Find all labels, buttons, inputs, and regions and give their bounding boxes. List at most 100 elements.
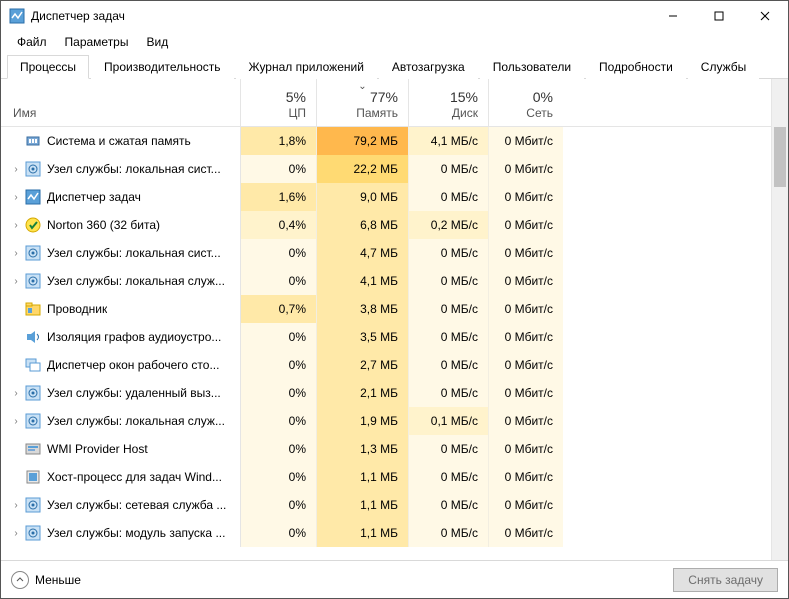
- process-icon: [25, 301, 41, 317]
- table-body: Система и сжатая память1,8%79,2 МБ4,1 МБ…: [1, 127, 771, 547]
- cell-network: 0 Мбит/с: [489, 519, 563, 547]
- process-icon: [25, 161, 41, 177]
- process-table: Имя 5% ЦП ⌄ 77% Память 15% Диск: [1, 79, 771, 560]
- process-icon: [25, 469, 41, 485]
- cell-network: 0 Мбит/с: [489, 295, 563, 323]
- fewer-details-button[interactable]: Меньше: [11, 571, 81, 589]
- table-row[interactable]: ›Узел службы: локальная служ...0%1,9 МБ0…: [1, 407, 771, 435]
- table-row[interactable]: Изоляция графов аудиоустро...0%3,5 МБ0 М…: [1, 323, 771, 351]
- tab-users[interactable]: Пользователи: [480, 55, 584, 79]
- expand-icon[interactable]: ›: [9, 416, 23, 427]
- titlebar[interactable]: Диспетчер задач: [1, 1, 788, 31]
- col-name[interactable]: Имя: [1, 79, 241, 126]
- cell-cpu: 0,4%: [241, 211, 317, 239]
- process-icon: [25, 189, 41, 205]
- table-row[interactable]: Хост-процесс для задач Wind...0%1,1 МБ0 …: [1, 463, 771, 491]
- scroll-thumb[interactable]: [774, 127, 786, 187]
- cell-network: 0 Мбит/с: [489, 183, 563, 211]
- minimize-button[interactable]: [650, 1, 696, 31]
- cell-memory: 2,1 МБ: [317, 379, 409, 407]
- cell-disk: 0 МБ/с: [409, 351, 489, 379]
- cell-name: Хост-процесс для задач Wind...: [1, 463, 241, 491]
- menu-file[interactable]: Файл: [11, 33, 53, 51]
- sort-desc-icon: ⌄: [358, 81, 366, 92]
- cell-network: 0 Мбит/с: [489, 491, 563, 519]
- cell-cpu: 0%: [241, 435, 317, 463]
- cell-name: ›Диспетчер задач: [1, 183, 241, 211]
- col-disk[interactable]: 15% Диск: [409, 79, 489, 126]
- tab-app-history[interactable]: Журнал приложений: [236, 55, 377, 79]
- cell-network: 0 Мбит/с: [489, 351, 563, 379]
- cell-network: 0 Мбит/с: [489, 463, 563, 491]
- table-row[interactable]: ›Диспетчер задач1,6%9,0 МБ0 МБ/с0 Мбит/с: [1, 183, 771, 211]
- cell-memory: 4,1 МБ: [317, 267, 409, 295]
- tab-details[interactable]: Подробности: [586, 55, 686, 79]
- tab-processes[interactable]: Процессы: [7, 55, 89, 79]
- col-cpu[interactable]: 5% ЦП: [241, 79, 317, 126]
- table-row[interactable]: ›Узел службы: модуль запуска ...0%1,1 МБ…: [1, 519, 771, 547]
- cell-disk: 0 МБ/с: [409, 491, 489, 519]
- process-name: Узел службы: локальная служ...: [47, 274, 225, 288]
- cell-memory: 3,8 МБ: [317, 295, 409, 323]
- process-name: Узел службы: локальная сист...: [47, 246, 221, 260]
- cell-network: 0 Мбит/с: [489, 379, 563, 407]
- col-memory[interactable]: ⌄ 77% Память: [317, 79, 409, 126]
- process-icon: [25, 413, 41, 429]
- maximize-button[interactable]: [696, 1, 742, 31]
- cell-memory: 1,1 МБ: [317, 463, 409, 491]
- cell-disk: 0 МБ/с: [409, 155, 489, 183]
- tab-startup[interactable]: Автозагрузка: [379, 55, 478, 79]
- close-button[interactable]: [742, 1, 788, 31]
- table-row[interactable]: Диспетчер окон рабочего сто...0%2,7 МБ0 …: [1, 351, 771, 379]
- cell-network: 0 Мбит/с: [489, 267, 563, 295]
- tab-services[interactable]: Службы: [688, 55, 759, 79]
- col-network[interactable]: 0% Сеть: [489, 79, 563, 126]
- cell-disk: 0 МБ/с: [409, 435, 489, 463]
- expand-icon[interactable]: ›: [9, 276, 23, 287]
- cell-name: › Узел службы: удаленный выз...: [1, 379, 241, 407]
- cell-cpu: 1,8%: [241, 127, 317, 155]
- expand-icon[interactable]: ›: [9, 164, 23, 175]
- table-row[interactable]: ›Norton 360 (32 бита)0,4%6,8 МБ0,2 МБ/с0…: [1, 211, 771, 239]
- table-row[interactable]: Система и сжатая память1,8%79,2 МБ4,1 МБ…: [1, 127, 771, 155]
- table-row[interactable]: Проводник0,7%3,8 МБ0 МБ/с0 Мбит/с: [1, 295, 771, 323]
- cell-disk: 0 МБ/с: [409, 183, 489, 211]
- table-header: Имя 5% ЦП ⌄ 77% Память 15% Диск: [1, 79, 771, 127]
- table-row[interactable]: ›Узел службы: локальная сист...0%22,2 МБ…: [1, 155, 771, 183]
- window-title: Диспетчер задач: [31, 9, 650, 23]
- expand-icon[interactable]: ›: [9, 248, 23, 259]
- expand-icon[interactable]: ›: [9, 528, 23, 539]
- footer-bar: Меньше Снять задачу: [1, 560, 788, 598]
- process-icon: [25, 385, 41, 401]
- process-icon: [25, 357, 41, 373]
- process-icon: [25, 329, 41, 345]
- cell-name: › Узел службы: локальная сист...: [1, 155, 241, 183]
- cell-disk: 0 МБ/с: [409, 267, 489, 295]
- expand-icon[interactable]: ›: [9, 220, 23, 231]
- process-name: Узел службы: сетевая служба ...: [47, 498, 226, 512]
- task-manager-window: Диспетчер задач Файл Параметры Вид Проце…: [0, 0, 789, 599]
- table-row[interactable]: WMI Provider Host0%1,3 МБ0 МБ/с0 Мбит/с: [1, 435, 771, 463]
- cell-cpu: 0,7%: [241, 295, 317, 323]
- table-row[interactable]: ›Узел службы: локальная сист...0%4,7 МБ0…: [1, 239, 771, 267]
- process-name: Узел службы: локальная сист...: [47, 162, 221, 176]
- fewer-details-label: Меньше: [35, 573, 81, 587]
- cell-memory: 3,5 МБ: [317, 323, 409, 351]
- process-name: Узел службы: удаленный выз...: [47, 386, 221, 400]
- expand-icon[interactable]: ›: [9, 192, 23, 203]
- table-row[interactable]: ›Узел службы: удаленный выз...0%2,1 МБ0 …: [1, 379, 771, 407]
- expand-icon[interactable]: ›: [9, 388, 23, 399]
- process-name: Система и сжатая память: [47, 134, 191, 148]
- cell-name: Изоляция графов аудиоустро...: [1, 323, 241, 351]
- table-row[interactable]: ›Узел службы: локальная служ...0%4,1 МБ0…: [1, 267, 771, 295]
- process-icon: [25, 273, 41, 289]
- menu-view[interactable]: Вид: [140, 33, 174, 51]
- process-icon: [25, 245, 41, 261]
- expand-icon[interactable]: ›: [9, 500, 23, 511]
- window-controls: [650, 1, 788, 31]
- tab-performance[interactable]: Производительность: [91, 55, 233, 79]
- vertical-scrollbar[interactable]: [771, 79, 788, 560]
- table-row[interactable]: ›Узел службы: сетевая служба ...0%1,1 МБ…: [1, 491, 771, 519]
- menu-options[interactable]: Параметры: [59, 33, 135, 51]
- end-task-button[interactable]: Снять задачу: [673, 568, 778, 592]
